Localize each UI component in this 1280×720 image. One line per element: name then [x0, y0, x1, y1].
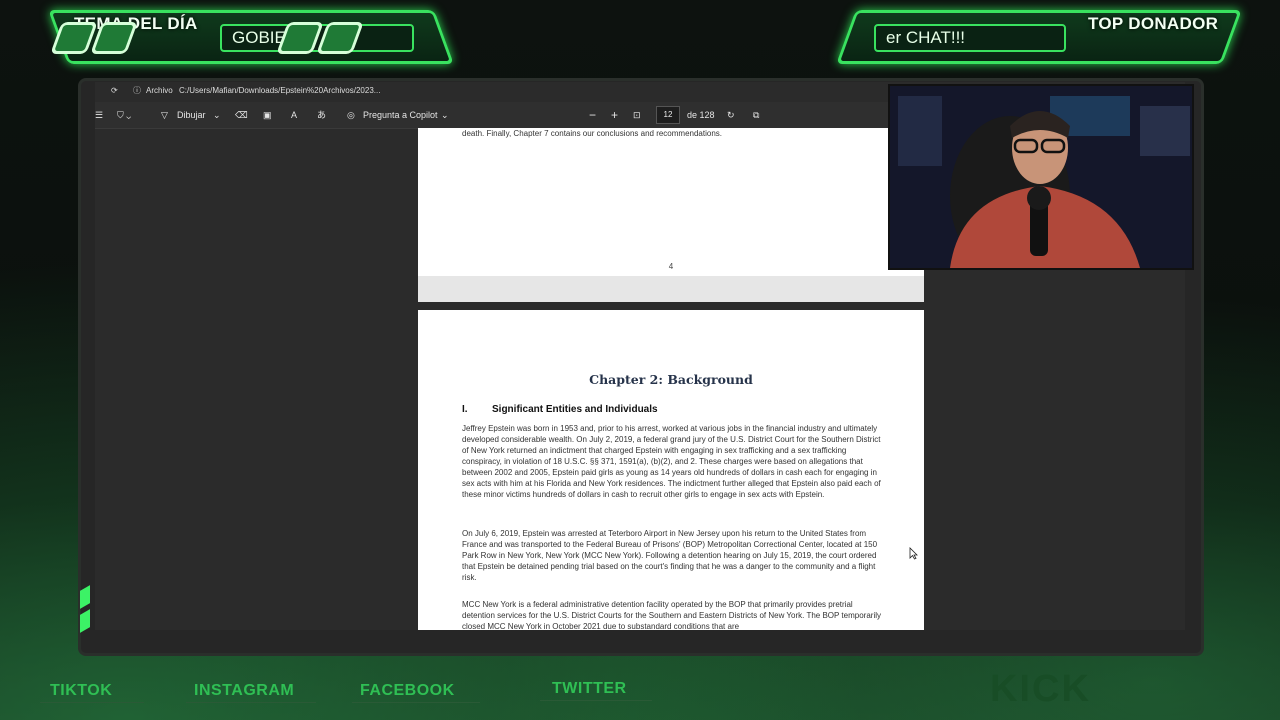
- highlight-icon[interactable]: ⛉ ⌄: [117, 108, 131, 122]
- tiktok-link[interactable]: TIKTOK: [50, 682, 112, 700]
- paragraph: MCC New York is a federal administrative…: [462, 600, 881, 629]
- section-number: I.: [462, 404, 468, 415]
- divider: [352, 702, 480, 703]
- total-pages: de 128: [687, 110, 715, 120]
- refresh-icon[interactable]: ⟳: [111, 82, 118, 100]
- divider: [540, 700, 652, 701]
- divider: [186, 702, 316, 703]
- address-path[interactable]: C:/Users/Mafian/Downloads/Epstein%20Arch…: [179, 82, 380, 100]
- eraser-icon[interactable]: ⌫: [235, 108, 248, 122]
- facebook-link[interactable]: FACEBOOK: [360, 682, 455, 700]
- copilot-button[interactable]: Pregunta a Copilot: [363, 108, 438, 122]
- instagram-link[interactable]: INSTAGRAM: [194, 682, 294, 700]
- page-gap: [418, 276, 924, 302]
- text-box-icon[interactable]: ▣: [263, 108, 272, 122]
- chevron-down-icon[interactable]: ⌄: [213, 108, 221, 122]
- read-aloud-icon[interactable]: A: [291, 108, 297, 122]
- mouse-cursor-icon: [909, 547, 918, 560]
- page-number: 4: [668, 262, 674, 271]
- info-icon: ⓘ: [133, 86, 141, 95]
- rotate-icon[interactable]: ↻: [727, 108, 735, 122]
- pdf-page-current: Chapter 2: Background I. Significant Ent…: [418, 310, 924, 630]
- fit-page-icon[interactable]: ⊡: [633, 108, 641, 122]
- draw-icon[interactable]: ▽: [161, 108, 168, 122]
- streamer-image: [890, 86, 1192, 268]
- divider: [40, 702, 144, 703]
- section-title: Significant Entities and Individuals: [492, 404, 658, 415]
- translate-icon[interactable]: あ: [317, 108, 326, 122]
- page-number-input[interactable]: 12: [656, 106, 680, 124]
- top-donor-title: TOP DONADOR: [1088, 14, 1219, 33]
- prev-page-text: death. Finally, Chapter 7 contains our c…: [462, 129, 722, 138]
- paragraph: On July 6, 2019, Epstein was arrested at…: [462, 529, 878, 582]
- webcam-feed: [888, 84, 1194, 270]
- zoom-out-button[interactable]: −: [589, 108, 596, 122]
- donor-ticker: er CHAT!!!: [874, 24, 1066, 52]
- chevron-down-icon[interactable]: ⌄: [441, 108, 449, 122]
- draw-button[interactable]: Dibujar: [177, 108, 206, 122]
- chapter-title: Chapter 2: Background: [589, 372, 753, 387]
- zoom-in-button[interactable]: +: [611, 108, 618, 122]
- menu-icon[interactable]: ☰: [95, 108, 103, 122]
- address-label: Archivo: [146, 86, 173, 95]
- copilot-icon[interactable]: ◎: [347, 108, 355, 122]
- pdf-page-previous: death. Finally, Chapter 7 contains our c…: [418, 128, 924, 276]
- paragraph: Jeffrey Epstein was born in 1953 and, pr…: [462, 424, 881, 499]
- kick-logo: KICK: [990, 668, 1091, 710]
- twitter-link[interactable]: TWITTER: [552, 680, 627, 698]
- page-view-icon[interactable]: ⧉: [753, 108, 759, 122]
